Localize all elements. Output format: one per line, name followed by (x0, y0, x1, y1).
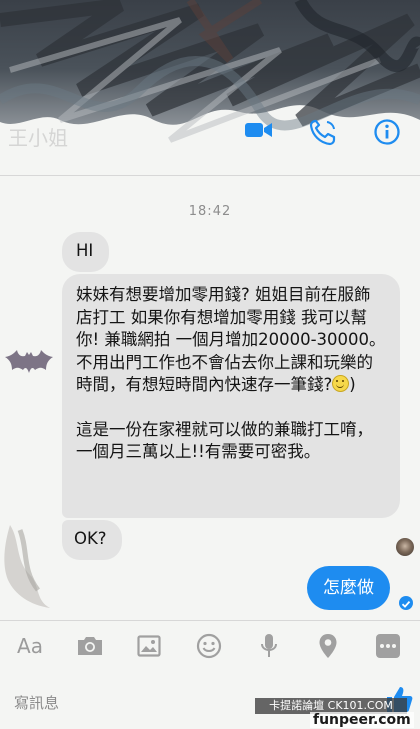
message-paragraph: 妹妹有想要增加零用錢? 姐姐目前在服飾店打工 如果你有想增加零用錢 我可以幫你!… (76, 285, 386, 394)
message-text: OK? (74, 529, 107, 548)
message-text: 怎麼做 (323, 578, 374, 598)
photo-icon (137, 635, 161, 657)
seen-avatar (396, 538, 414, 556)
phone-call-icon[interactable] (309, 118, 339, 150)
more-button[interactable] (374, 624, 402, 668)
composer-divider (0, 620, 420, 621)
message-bubble-sent[interactable]: 怎麼做 (307, 566, 390, 610)
watermark-site: funpeer.com (310, 712, 414, 728)
message-text: HI (76, 241, 94, 260)
camera-button[interactable] (74, 624, 106, 668)
video-call-icon[interactable] (244, 118, 274, 146)
composer-toolbar: Aa (0, 624, 420, 668)
contact-name[interactable]: 王小姐 (8, 122, 68, 151)
emoji-button[interactable] (195, 624, 223, 668)
message-paragraph: 這是一份在家裡就可以做的兼職打工唷， 一個月三萬以上!!有需要可密我。 (76, 419, 373, 462)
message-input[interactable] (14, 692, 254, 714)
conversation-timestamp: 18:42 (188, 204, 232, 219)
voice-button[interactable] (256, 624, 282, 668)
location-button[interactable] (315, 624, 341, 668)
header-divider (0, 175, 420, 176)
message-bubble-received[interactable]: OK? (62, 520, 122, 560)
more-icon (376, 634, 400, 658)
emoji-icon (196, 633, 222, 659)
sender-avatar (5, 350, 53, 373)
photo-button[interactable] (135, 624, 163, 668)
smudge-mark (4, 525, 50, 608)
text-format-button[interactable]: Aa (10, 624, 50, 668)
location-icon (319, 634, 337, 658)
delivered-check-icon (399, 596, 413, 610)
message-bubble-received[interactable]: 妹妹有想要增加零用錢? 姐姐目前在服飾店打工 如果你有想增加零用錢 我可以幫你!… (62, 274, 400, 518)
smiley-emoji-icon (332, 375, 350, 392)
camera-icon (78, 637, 102, 655)
message-bubble-received[interactable]: HI (62, 232, 109, 272)
microphone-icon (261, 634, 277, 657)
info-icon[interactable] (373, 118, 401, 150)
